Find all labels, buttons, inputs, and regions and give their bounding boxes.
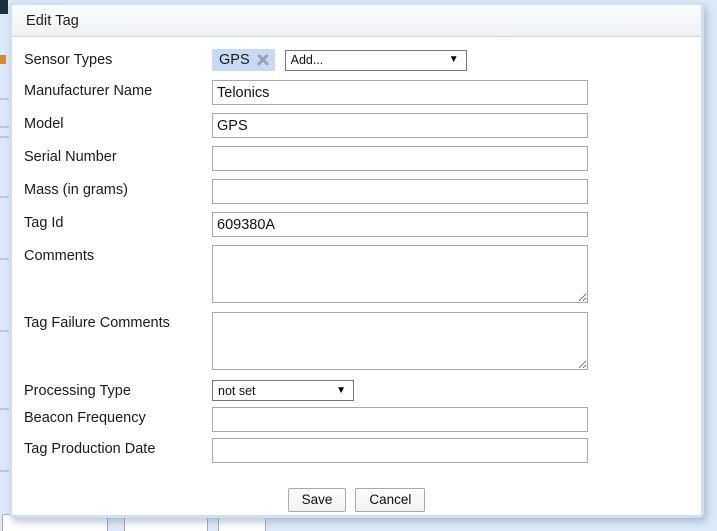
serial-number-input[interactable] xyxy=(212,146,588,171)
label-tag-id: Tag Id xyxy=(24,215,64,231)
form-row-beacon-frequency: Beacon Frequency xyxy=(12,407,701,435)
processing-type-select-value: not set xyxy=(218,383,256,398)
beacon-frequency-input[interactable] xyxy=(212,407,588,432)
form-row-tag-id: Tag Id xyxy=(12,212,701,245)
background-accent-marker xyxy=(0,55,6,64)
dialog-body: Sensor Types GPS Add... ▼ Manufacturer N… xyxy=(12,37,701,515)
form-row-processing-type: Processing Type not set ▼ xyxy=(12,380,701,407)
field-serial-number xyxy=(212,146,701,171)
form-row-tag-production-date: Tag Production Date xyxy=(12,438,701,471)
form-row-comments: Comments xyxy=(12,245,701,312)
form-row-serial-number: Serial Number xyxy=(12,146,701,179)
label-tag-failure-comments: Tag Failure Comments xyxy=(24,315,170,331)
dialog-footer: Save Cancel xyxy=(12,488,701,513)
label-tag-production-date: Tag Production Date xyxy=(24,441,156,457)
background-field-edge xyxy=(0,408,9,410)
form-row-tag-failure-comments: Tag Failure Comments xyxy=(12,312,701,379)
field-manufacturer-name xyxy=(212,80,701,105)
tag-id-input[interactable] xyxy=(212,212,588,237)
sensor-type-add-select-value: Add... xyxy=(290,53,324,67)
dialog-title: Edit Tag xyxy=(26,12,79,29)
model-input[interactable] xyxy=(212,113,588,138)
background-corner-marker xyxy=(0,0,8,14)
field-tag-failure-comments xyxy=(212,312,701,370)
field-model xyxy=(212,113,701,138)
label-sensor-types: Sensor Types xyxy=(24,52,113,68)
form-row-manufacturer-name: Manufacturer Name xyxy=(12,80,701,113)
field-comments xyxy=(212,245,701,303)
label-beacon-frequency: Beacon Frequency xyxy=(24,410,146,426)
processing-type-select[interactable]: not set ▼ xyxy=(212,380,354,401)
label-mass: Mass (in grams) xyxy=(24,182,128,198)
chevron-down-icon: ▼ xyxy=(336,384,346,396)
page-root: Edit Tag Sensor Types GPS Add... ▼ Manuf… xyxy=(0,0,717,531)
chevron-down-icon: ▼ xyxy=(448,54,459,65)
label-manufacturer-name: Manufacturer Name xyxy=(24,83,153,99)
field-mass xyxy=(212,179,701,204)
manufacturer-name-input[interactable] xyxy=(212,80,588,105)
background-field-edge xyxy=(0,470,9,472)
sensor-type-chip-gps[interactable]: GPS xyxy=(212,49,275,71)
tag-production-date-input[interactable] xyxy=(212,438,588,463)
field-sensor-types: GPS Add... ▼ xyxy=(212,49,701,71)
background-field-edge xyxy=(0,126,9,128)
mass-input[interactable] xyxy=(212,179,588,204)
label-processing-type: Processing Type xyxy=(24,383,131,399)
form-row-sensor-types: Sensor Types GPS Add... ▼ xyxy=(12,49,701,79)
comments-textarea[interactable] xyxy=(212,245,588,303)
field-tag-id xyxy=(212,212,701,237)
field-tag-production-date xyxy=(212,438,701,463)
cancel-button[interactable]: Cancel xyxy=(355,488,426,513)
background-field-edge xyxy=(0,196,9,198)
tag-failure-comments-textarea[interactable] xyxy=(212,312,588,370)
field-processing-type: not set ▼ xyxy=(212,380,701,401)
background-field-edge xyxy=(0,330,9,332)
edit-tag-dialog: Edit Tag Sensor Types GPS Add... ▼ Manuf… xyxy=(9,2,704,518)
label-serial-number: Serial Number xyxy=(24,149,117,165)
save-button[interactable]: Save xyxy=(287,488,347,513)
background-field-edge xyxy=(0,98,9,100)
sensor-type-chip-label: GPS xyxy=(219,52,250,68)
form-row-model: Model xyxy=(12,113,701,146)
close-x-icon[interactable] xyxy=(256,53,270,67)
background-field-edge xyxy=(0,136,9,138)
field-beacon-frequency xyxy=(212,407,701,432)
form-row-mass: Mass (in grams) xyxy=(12,179,701,212)
dialog-header: Edit Tag xyxy=(12,5,701,37)
label-comments: Comments xyxy=(24,248,95,264)
label-model: Model xyxy=(24,116,64,132)
sensor-type-add-select[interactable]: Add... ▼ xyxy=(284,49,467,71)
background-field-edge xyxy=(0,258,9,260)
